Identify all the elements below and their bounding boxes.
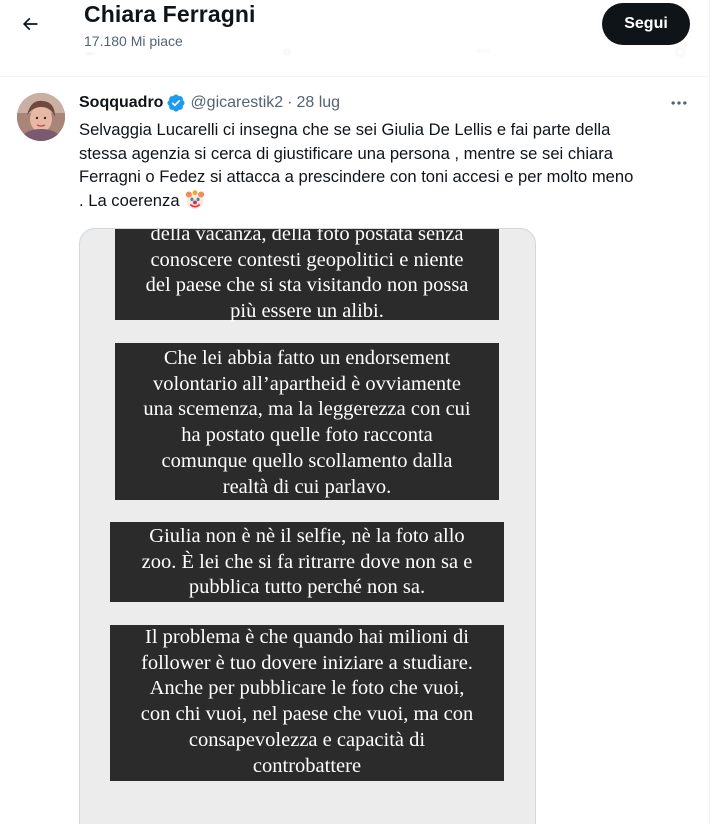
avatar[interactable]: [17, 93, 65, 141]
tweet-text-line: stessa agenzia si cerca di giustificare …: [79, 143, 614, 163]
more-options-button[interactable]: [664, 91, 694, 115]
tweet-text-line-last: . La coerenza: [79, 189, 699, 213]
story-line: ha postato quelle foto racconta: [181, 424, 433, 447]
column-border: [709, 0, 710, 824]
user-handle[interactable]: @gicarestik2: [190, 94, 283, 112]
clown-face-emoji-icon: [186, 190, 205, 209]
story-line: Il problema è che quando hai milioni di: [145, 626, 469, 648]
tweet-media-image[interactable]: della vacanza, della foto postata senza …: [79, 228, 536, 824]
story-line: una scemenza, ma la leggerezza con cui: [143, 398, 471, 421]
tweet-header: Soqquadro @gicarestik2 · 28 lug: [79, 92, 340, 114]
story-line: realtà di cui parlavo.: [222, 475, 392, 498]
story-line: più essere un alibi.: [230, 300, 384, 323]
story-line: volontario all’apartheid è ovviamente: [153, 372, 461, 395]
follow-button[interactable]: Segui: [602, 3, 690, 45]
story-line: controbattere: [252, 754, 362, 777]
tweet[interactable]: Soqquadro @gicarestik2 · 28 lug Selvaggi…: [0, 77, 709, 824]
tweet-text-line: Ferragni o Fedez si attacca a prescinder…: [79, 167, 634, 187]
story-line: consapevolezza e capacità di: [188, 728, 426, 751]
profile-header: ← ○ ⋯ □ Chiara Ferragni 17.180 Mi piace Seg…: [0, 0, 709, 77]
back-button[interactable]: [12, 6, 48, 42]
header-separator: ·: [287, 94, 293, 111]
profile-name: Chiara Ferragni: [84, 1, 256, 27]
story-line: zoo. È lei che si fa ritrarre dove non s…: [141, 550, 473, 573]
likes-count: 17.180 Mi piace: [84, 33, 183, 49]
story-text-block: della vacanza, della foto postata senza …: [115, 228, 499, 322]
verified-badge-icon: [167, 94, 185, 112]
tweet-text-line: Selvaggia Lucarelli ci insegna che se se…: [79, 120, 611, 139]
back-arrow-icon: [22, 17, 38, 31]
tweet-text-line: . La coerenza: [79, 190, 180, 210]
story-line: della vacanza, della foto postata senza: [150, 228, 464, 245]
story-text-block: Giulia non è nè il selfie, nè la foto al…: [110, 522, 504, 602]
page: ← ○ ⋯ □ Chiara Ferragni 17.180 Mi piace Seg…: [0, 0, 712, 824]
story-line: comunque quello scollamento dalla: [161, 449, 453, 472]
avatar-image: [17, 93, 65, 141]
more-options-icon: [671, 101, 687, 105]
story-line: pubblica tutto perché non sa.: [188, 576, 426, 599]
story-text-block: Il problema è che quando hai milioni di …: [110, 625, 504, 781]
story-text-block: Che lei abbia fatto un endorsement volon…: [115, 343, 499, 500]
story-line: conoscere contesti geopolitici e niente: [150, 248, 464, 271]
tweet-text: Selvaggia Lucarelli ci insegna che se se…: [79, 118, 699, 212]
story-line: del paese che si sta visitando non possa: [145, 274, 469, 297]
story-line: Anche per pubblicare le foto che vuoi,: [149, 677, 465, 700]
story-line: Giulia non è nè il selfie, nè la foto al…: [149, 525, 465, 547]
story-line: Che lei abbia fatto un endorsement: [163, 347, 451, 369]
story-line: con chi vuoi, nel paese che vuoi, ma con: [140, 703, 474, 726]
story-line: follower è tuo dovere iniziare a studiar…: [141, 651, 473, 674]
tweet-date[interactable]: 28 lug: [296, 94, 340, 112]
display-name[interactable]: Soqquadro: [79, 94, 163, 112]
